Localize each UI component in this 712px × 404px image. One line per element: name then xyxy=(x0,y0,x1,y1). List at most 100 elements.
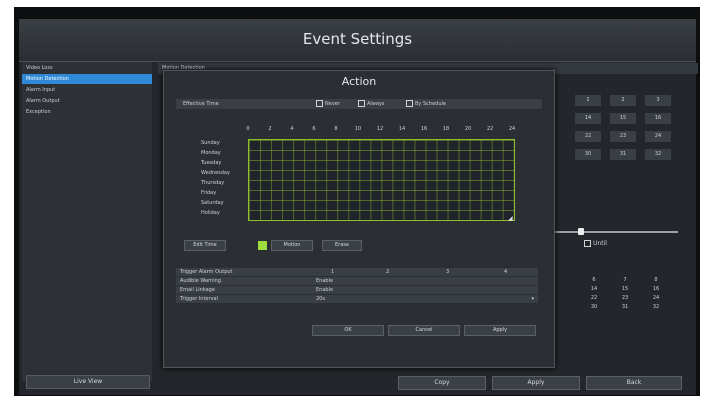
by-schedule-label: By Schedule xyxy=(415,101,446,107)
trigger-interval-row: Trigger Interval 20s ▾ xyxy=(176,295,538,303)
checkbox-icon xyxy=(406,100,413,107)
bg-day-value: 14 xyxy=(590,286,598,292)
bg-day-value: 6 xyxy=(592,277,596,283)
sidebar-item-motion-detection[interactable]: Motion Detection xyxy=(22,74,152,84)
hour-label: 16 xyxy=(420,126,428,132)
motion-button[interactable]: Motion xyxy=(271,240,313,251)
bg-day-value: 32 xyxy=(652,304,660,310)
hour-label: 12 xyxy=(376,126,384,132)
audible-warning-row: Audible Warning Enable xyxy=(176,277,538,285)
day-label: Thursday xyxy=(201,180,225,186)
trigger-interval-value[interactable]: 20s xyxy=(316,295,325,303)
hour-label: 24 xyxy=(508,126,516,132)
chevron-down-icon[interactable]: ▾ xyxy=(531,295,534,303)
checkbox-icon xyxy=(358,100,365,107)
bg-day-cell: 1 xyxy=(575,95,601,106)
bg-day-value: 16 xyxy=(652,286,660,292)
alarm-output-1[interactable]: 1 xyxy=(331,268,334,276)
bg-day-value: 30 xyxy=(590,304,598,310)
day-label: Wednesday xyxy=(201,170,230,176)
erase-button[interactable]: Erase xyxy=(322,240,362,251)
bg-day-value: 15 xyxy=(621,286,629,292)
until-checkbox[interactable]: Until xyxy=(584,240,607,247)
row-label: Audible Warning xyxy=(180,278,221,284)
schedule-grid[interactable] xyxy=(248,139,515,221)
motion-color-swatch xyxy=(258,241,267,250)
trigger-alarm-output-row: Trigger Alarm Output 1 2 3 4 xyxy=(176,268,538,276)
hour-label: 22 xyxy=(486,126,494,132)
bg-day-cell: 30 xyxy=(575,149,601,160)
ok-button[interactable]: OK xyxy=(312,325,384,336)
bg-day-value: 7 xyxy=(623,277,627,283)
apply-button[interactable]: Apply xyxy=(492,376,580,390)
bg-day-cell: 31 xyxy=(610,149,636,160)
action-dialog: Action Effective Time Never Always By Sc… xyxy=(163,70,555,368)
hour-label: 18 xyxy=(442,126,450,132)
audible-warning-value[interactable]: Enable xyxy=(316,277,333,285)
bg-day-value: 22 xyxy=(590,295,598,301)
always-option[interactable]: Always xyxy=(358,99,385,109)
row-label: Trigger Alarm Output xyxy=(180,269,233,275)
hour-label: 6 xyxy=(312,126,316,132)
bg-day-cell: 15 xyxy=(610,113,636,124)
dialog-title: Action xyxy=(341,75,377,88)
dialog-apply-button[interactable]: Apply xyxy=(464,325,536,336)
slider-handle[interactable] xyxy=(578,228,584,235)
day-label: Saturday xyxy=(201,200,224,206)
bg-day-cell: 22 xyxy=(575,131,601,142)
sidebar-item-alarm-output[interactable]: Alarm Output xyxy=(22,96,152,106)
hour-label: 0 xyxy=(246,126,250,132)
bg-day-cell: 14 xyxy=(575,113,601,124)
bg-day-value: 31 xyxy=(621,304,629,310)
bg-day-cell: 16 xyxy=(645,113,671,124)
bg-day-value: 24 xyxy=(652,295,660,301)
sidebar: Video Loss Motion Detection Alarm Input … xyxy=(22,62,152,382)
day-label: Tuesday xyxy=(201,160,222,166)
hour-label: 4 xyxy=(290,126,294,132)
day-label: Monday xyxy=(201,150,221,156)
effective-time-row: Effective Time Never Always By Schedule xyxy=(176,99,542,109)
resize-handle-icon[interactable]: ◢ xyxy=(508,215,513,222)
edit-time-button[interactable]: Edit Time xyxy=(184,240,226,251)
window-title: Event Settings xyxy=(302,30,413,48)
hour-label: 8 xyxy=(334,126,338,132)
hour-label: 10 xyxy=(354,126,362,132)
slider-track[interactable] xyxy=(552,231,678,233)
bg-day-cell: 2 xyxy=(610,95,636,106)
checkbox-icon xyxy=(584,240,591,247)
by-schedule-option[interactable]: By Schedule xyxy=(406,99,446,109)
sidebar-item-alarm-input[interactable]: Alarm Input xyxy=(22,85,152,95)
cancel-button[interactable]: Cancel xyxy=(388,325,460,336)
bg-day-cell: 32 xyxy=(645,149,671,160)
sidebar-item-video-loss[interactable]: Video Loss xyxy=(22,63,152,73)
email-linkage-value[interactable]: Enable xyxy=(316,286,333,294)
row-label: Email Linkage xyxy=(180,287,215,293)
bg-day-cell: 24 xyxy=(645,131,671,142)
bg-day-cell: 23 xyxy=(610,131,636,142)
always-label: Always xyxy=(367,101,385,107)
bg-day-value: 8 xyxy=(654,277,658,283)
day-label: Sunday xyxy=(201,140,220,146)
bg-day-value: 23 xyxy=(621,295,629,301)
sidebar-item-exception[interactable]: Exception xyxy=(22,107,152,117)
alarm-output-4[interactable]: 4 xyxy=(504,268,507,276)
effective-time-label: Effective Time xyxy=(183,101,219,107)
row-label: Trigger Interval xyxy=(180,296,218,302)
email-linkage-row: Email Linkage Enable xyxy=(176,286,538,294)
until-label: Until xyxy=(593,240,607,247)
hour-label: 2 xyxy=(268,126,272,132)
live-view-button[interactable]: Live View xyxy=(26,375,150,389)
day-label: Friday xyxy=(201,190,217,196)
title-bar: Event Settings xyxy=(19,19,696,62)
bg-day-cell: 3 xyxy=(645,95,671,106)
alarm-output-2[interactable]: 2 xyxy=(386,268,389,276)
day-label: Holiday xyxy=(201,210,220,216)
never-option[interactable]: Never xyxy=(316,99,340,109)
alarm-output-3[interactable]: 3 xyxy=(446,268,449,276)
hour-label: 20 xyxy=(464,126,472,132)
hour-label: 14 xyxy=(398,126,406,132)
copy-button[interactable]: Copy xyxy=(398,376,486,390)
checkbox-icon xyxy=(316,100,323,107)
back-button[interactable]: Back xyxy=(586,376,682,390)
never-label: Never xyxy=(325,101,340,107)
